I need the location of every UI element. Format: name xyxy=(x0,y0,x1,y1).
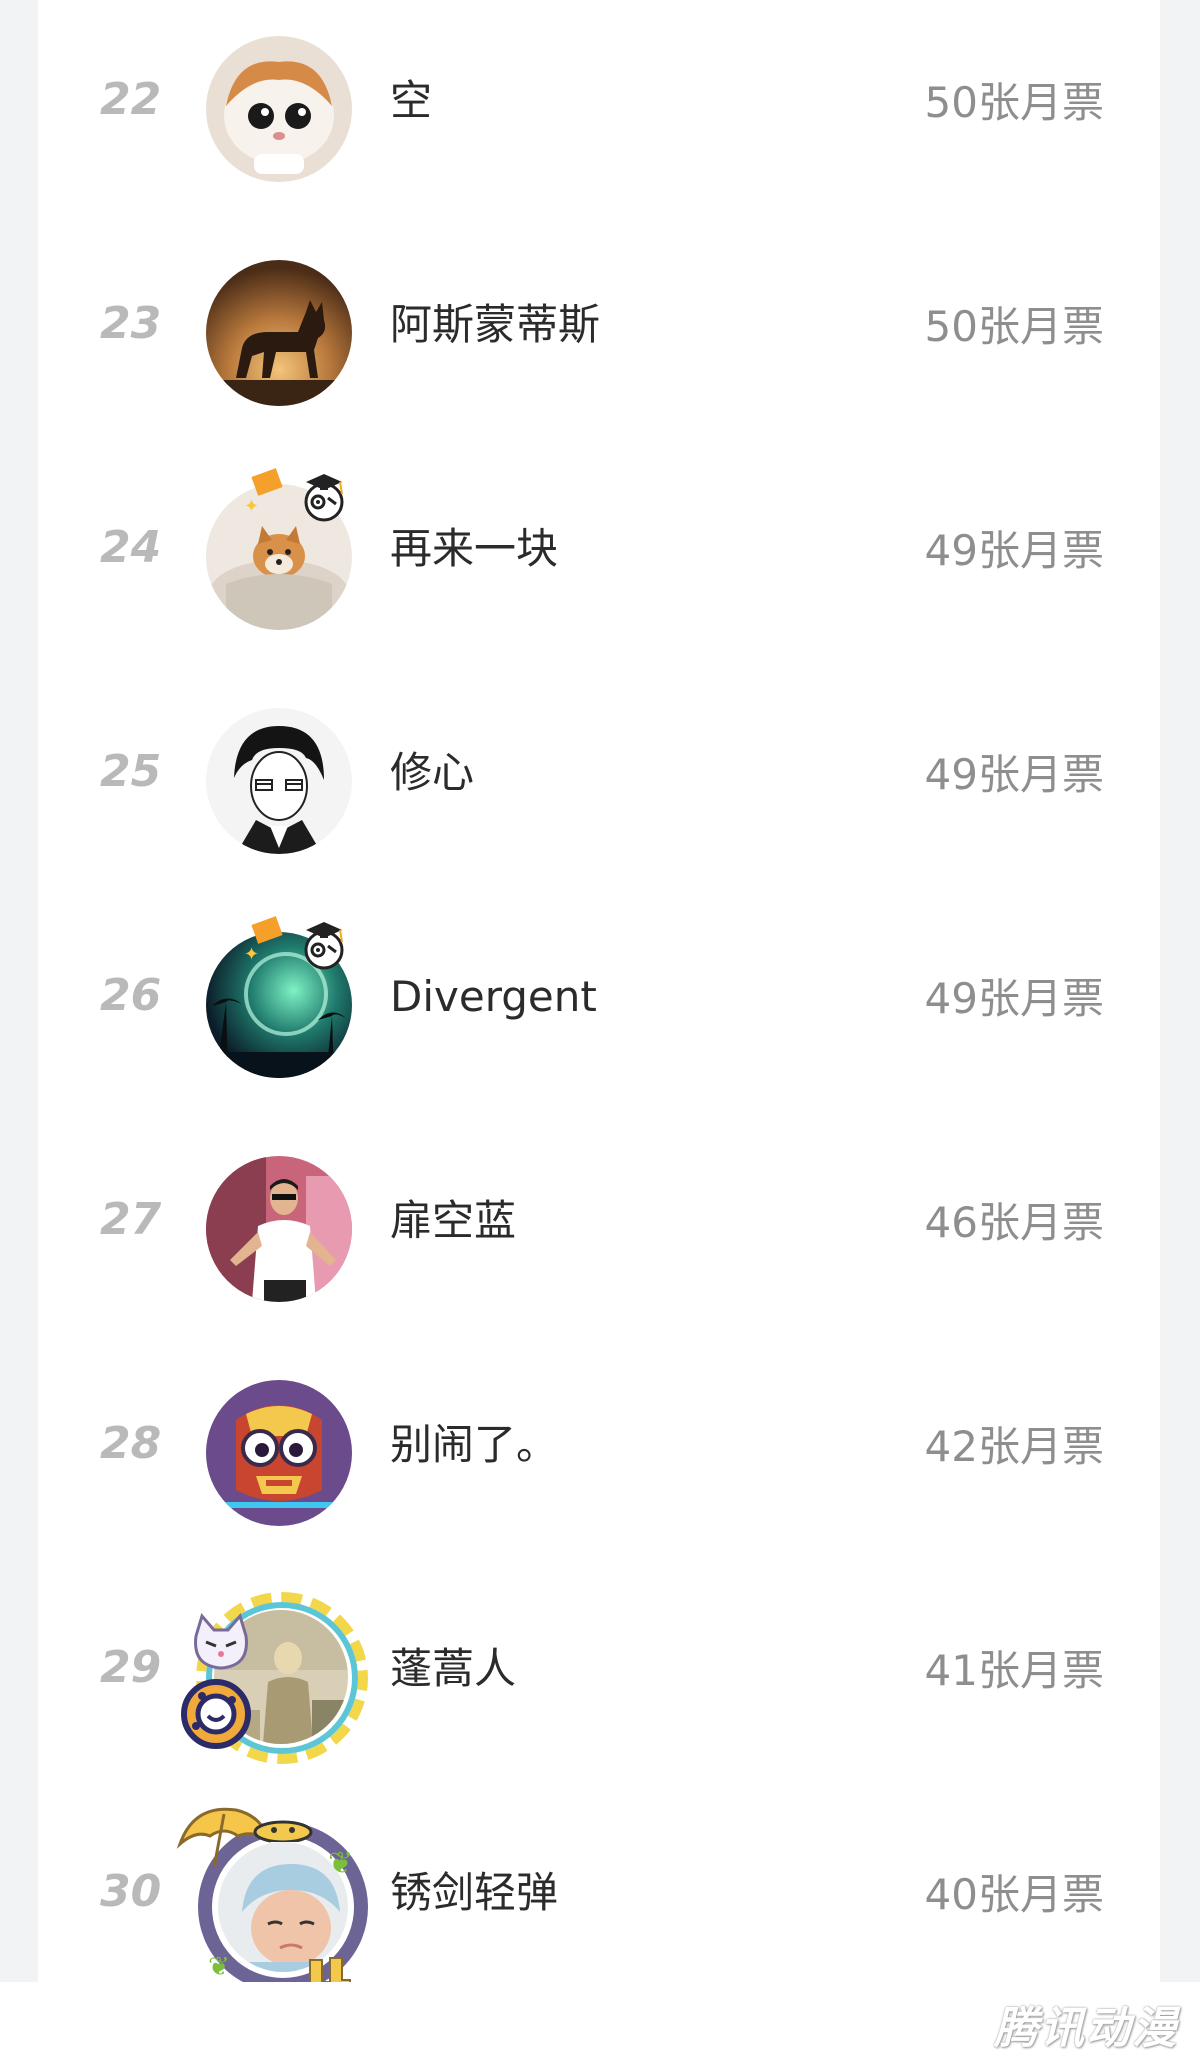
watermark-logo: 腾讯动漫 xyxy=(994,2003,1178,2054)
leaderboard-row[interactable]: 25 修心 49张月票 xyxy=(38,672,1160,896)
user-name[interactable]: 修心 xyxy=(390,752,474,794)
sparkle-icon: ✦ xyxy=(244,496,260,517)
scholar-badge-icon xyxy=(284,464,354,534)
rank-number: 30 xyxy=(100,1866,162,1917)
vote-count: 49张月票 xyxy=(924,974,1104,1023)
sprout-icon: ❦ xyxy=(208,1952,230,1982)
leaderboard-row[interactable]: 24 ✦ 再来一块 49张月票 xyxy=(38,448,1160,672)
leaderboard-row[interactable]: 22 空 50张月票 xyxy=(38,0,1160,224)
vote-count: 46张月票 xyxy=(924,1198,1104,1247)
user-name[interactable]: 空 xyxy=(390,80,432,122)
leaderboard-row[interactable]: 26 ✦ Divergent 49张月票 xyxy=(38,896,1160,1120)
cat-avatar[interactable] xyxy=(206,36,352,182)
rank-number: 23 xyxy=(100,298,162,349)
leaderboard-panel: 22 空 50张月票 23 阿斯蒙蒂斯 50张月票 24 ✦ 再来一块 49张月… xyxy=(38,0,1160,1992)
user-name[interactable]: 蓬蒿人 xyxy=(390,1648,516,1690)
vote-count: 50张月票 xyxy=(924,78,1104,127)
rank-number: 28 xyxy=(100,1418,162,1469)
leaderboard-row[interactable]: 23 阿斯蒙蒂斯 50张月票 xyxy=(38,224,1160,448)
vote-count: 49张月票 xyxy=(924,526,1104,575)
sparkle-icon: ✦ xyxy=(244,944,260,965)
scholar-badge-icon xyxy=(284,912,354,982)
user-name[interactable]: 扉空蓝 xyxy=(390,1200,516,1242)
vote-count: 42张月票 xyxy=(924,1422,1104,1471)
robot-owl-avatar[interactable] xyxy=(206,1380,352,1526)
rank-number: 27 xyxy=(100,1194,162,1245)
vote-count: 40张月票 xyxy=(924,1870,1104,1919)
user-name[interactable]: Divergent xyxy=(390,976,597,1018)
rank-number: 24 xyxy=(100,522,162,573)
leaderboard-row[interactable]: 29 蓬蒿人 41张月票 xyxy=(38,1568,1160,1792)
dog-silhouette-avatar[interactable] xyxy=(206,260,352,406)
manga-boy-avatar[interactable] xyxy=(206,708,352,854)
rank-number: 25 xyxy=(100,746,162,797)
user-name[interactable]: 别闹了。 xyxy=(390,1424,558,1466)
cat-sticker-icon xyxy=(186,1608,256,1678)
penguin-icon xyxy=(248,1814,318,1844)
snake-sticker-icon xyxy=(178,1676,254,1752)
rank-number: 26 xyxy=(100,970,162,1021)
vote-count: 50张月票 xyxy=(924,302,1104,351)
vote-count: 41张月票 xyxy=(924,1646,1104,1695)
sprout-icon: ❦ xyxy=(328,1846,354,1881)
leaderboard-row[interactable]: 28 别闹了。 42张月票 xyxy=(38,1344,1160,1568)
bottom-strip: 腾讯动漫 xyxy=(0,1982,1200,2068)
vote-count: 49张月票 xyxy=(924,750,1104,799)
man-photo-avatar[interactable] xyxy=(206,1156,352,1302)
user-name[interactable]: 再来一块 xyxy=(390,528,558,570)
leaderboard-row[interactable]: 27 扉空蓝 46张月票 xyxy=(38,1120,1160,1344)
rank-number: 22 xyxy=(100,74,162,125)
user-name[interactable]: 阿斯蒙蒂斯 xyxy=(390,304,600,346)
user-name[interactable]: 锈剑轻弹 xyxy=(390,1872,558,1914)
